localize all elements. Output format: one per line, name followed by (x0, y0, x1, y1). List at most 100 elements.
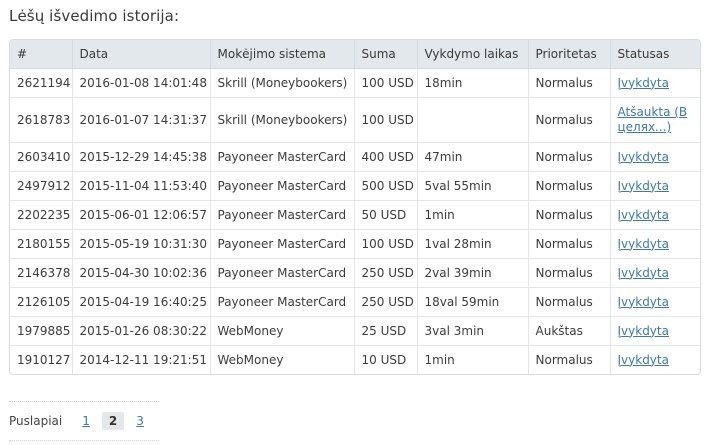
cell-payment-system: Payoneer MasterCard (210, 171, 355, 201)
cell-id: 2603410 (10, 142, 73, 172)
cell-date: 2015-12-29 14:45:38 (72, 142, 211, 172)
cell-id: 2180155 (10, 229, 73, 259)
cell-priority: Normalus (528, 287, 611, 317)
table-row: 2603410 2015-12-29 14:45:38 Payoneer Maste… (10, 142, 700, 172)
table-row: 2497912 2015-11-04 11:53:40 Payoneer Maste… (10, 171, 700, 201)
cell-status: Įvykdyta (610, 68, 700, 98)
cell-priority: Aukštas (528, 316, 611, 346)
cell-amount: 250 USD (354, 287, 418, 317)
cell-date: 2016-01-08 14:01:48 (72, 68, 211, 98)
status-link[interactable]: Atšaukta (В целях...) (618, 105, 688, 134)
cell-duration: 1min (417, 345, 529, 374)
pagination: Puslapiai 1 2 3 (9, 401, 159, 441)
column-header-priority: Prioritetas (528, 40, 611, 69)
cell-date: 2016-01-07 14:31:37 (72, 97, 211, 143)
cell-date: 2015-11-04 11:53:40 (72, 171, 211, 201)
cell-status: Įvykdyta (610, 142, 700, 172)
cell-amount: 100 USD (354, 229, 418, 259)
pagination-label: Puslapiai (9, 414, 63, 428)
cell-priority: Normalus (528, 345, 611, 374)
cell-status: Įvykdyta (610, 287, 700, 317)
cell-date: 2015-05-19 10:31:30 (72, 229, 211, 259)
cell-payment-system: Payoneer MasterCard (210, 229, 355, 259)
cell-status: Įvykdyta (610, 258, 700, 288)
cell-amount: 500 USD (354, 171, 418, 201)
cell-amount: 10 USD (354, 345, 418, 374)
cell-duration: 1min (417, 200, 529, 230)
cell-id: 2126105 (10, 287, 73, 317)
cell-id: 2621194 (10, 68, 73, 98)
cell-payment-system: WebMoney (210, 345, 355, 374)
cell-amount: 100 USD (354, 68, 418, 98)
cell-priority: Normalus (528, 171, 611, 201)
cell-amount: 400 USD (354, 142, 418, 172)
status-link[interactable]: Įvykdyta (618, 266, 669, 280)
table-header-row: # Data Mokėjimo sistema Suma Vykdymo lai… (10, 40, 700, 69)
cell-id: 1910127 (10, 345, 73, 374)
cell-duration: 1val 28min (417, 229, 529, 259)
table-row: 2146378 2015-04-30 10:02:36 Payoneer Maste… (10, 258, 700, 288)
status-link[interactable]: Įvykdyta (618, 295, 669, 309)
column-header-payment-system: Mokėjimo sistema (210, 40, 355, 69)
cell-priority: Normalus (528, 200, 611, 230)
cell-date: 2015-06-01 12:06:57 (72, 200, 211, 230)
cell-id: 2202235 (10, 200, 73, 230)
cell-amount: 250 USD (354, 258, 418, 288)
cell-duration: 5val 55min (417, 171, 529, 201)
cell-amount: 50 USD (354, 200, 418, 230)
cell-date: 2015-04-30 10:02:36 (72, 258, 211, 288)
table-row: 2202235 2015-06-01 12:06:57 Payoneer Maste… (10, 200, 700, 230)
table-row: 2618783 2016-01-07 14:31:37 Skrill (Moneyb… (10, 97, 700, 143)
page-link-3[interactable]: 3 (136, 414, 144, 428)
cell-duration (417, 97, 529, 143)
status-link[interactable]: Įvykdyta (618, 237, 669, 251)
cell-duration: 3val 3min (417, 316, 529, 346)
cell-duration: 2val 39min (417, 258, 529, 288)
cell-priority: Normalus (528, 229, 611, 259)
table-row: 1910127 2014-12-11 19:21:51 WebMoney 10 USD… (10, 345, 700, 375)
cell-date: 2015-01-26 08:30:22 (72, 316, 211, 346)
page: Lėšų išvedimo istorija: # Data Mokėjimo … (0, 0, 709, 445)
cell-id: 1979885 (10, 316, 73, 346)
table-row: 2180155 2015-05-19 10:31:30 Payoneer Maste… (10, 229, 700, 259)
cell-status: Įvykdyta (610, 229, 700, 259)
cell-date: 2014-12-11 19:21:51 (72, 345, 211, 374)
cell-date: 2015-04-19 16:40:25 (72, 287, 211, 317)
status-link[interactable]: Įvykdyta (618, 353, 669, 367)
cell-id: 2146378 (10, 258, 73, 288)
cell-status: Atšaukta (В целях...) (610, 97, 700, 143)
cell-duration: 47min (417, 142, 529, 172)
cell-id: 2497912 (10, 171, 73, 201)
table-row: 2126105 2015-04-19 16:40:25 Payoneer Maste… (10, 287, 700, 317)
cell-status: Įvykdyta (610, 346, 700, 375)
cell-amount: 100 USD (354, 97, 418, 143)
column-header-status: Statusas (610, 40, 700, 69)
status-link[interactable]: Įvykdyta (618, 208, 669, 222)
status-link[interactable]: Įvykdyta (618, 179, 669, 193)
status-link[interactable]: Įvykdyta (618, 324, 669, 338)
cell-payment-system: WebMoney (210, 316, 355, 346)
status-link[interactable]: Įvykdyta (618, 76, 669, 90)
cell-payment-system: Payoneer MasterCard (210, 142, 355, 172)
cell-id: 2618783 (10, 97, 73, 143)
cell-amount: 25 USD (354, 316, 418, 346)
cell-payment-system: Skrill (Moneybookers) (210, 68, 355, 98)
status-link[interactable]: Įvykdyta (618, 150, 669, 164)
cell-status: Įvykdyta (610, 200, 700, 230)
column-header-id: # (10, 40, 73, 69)
cell-priority: Normalus (528, 97, 611, 143)
page-current-2: 2 (101, 412, 125, 430)
withdrawal-history-table: # Data Mokėjimo sistema Suma Vykdymo lai… (9, 39, 701, 375)
table-row: 2621194 2016-01-08 14:01:48 Skrill (Moneyb… (10, 68, 700, 98)
cell-payment-system: Payoneer MasterCard (210, 258, 355, 288)
column-header-duration: Vykdymo laikas (417, 40, 529, 69)
page-link-1[interactable]: 1 (82, 414, 90, 428)
cell-payment-system: Skrill (Moneybookers) (210, 97, 355, 143)
column-header-amount: Suma (354, 40, 418, 69)
table-row: 1979885 2015-01-26 08:30:22 WebMoney 25 USD… (10, 316, 700, 346)
cell-priority: Normalus (528, 142, 611, 172)
cell-payment-system: Payoneer MasterCard (210, 200, 355, 230)
column-header-date: Data (72, 40, 211, 69)
cell-status: Įvykdyta (610, 316, 700, 346)
cell-status: Įvykdyta (610, 171, 700, 201)
